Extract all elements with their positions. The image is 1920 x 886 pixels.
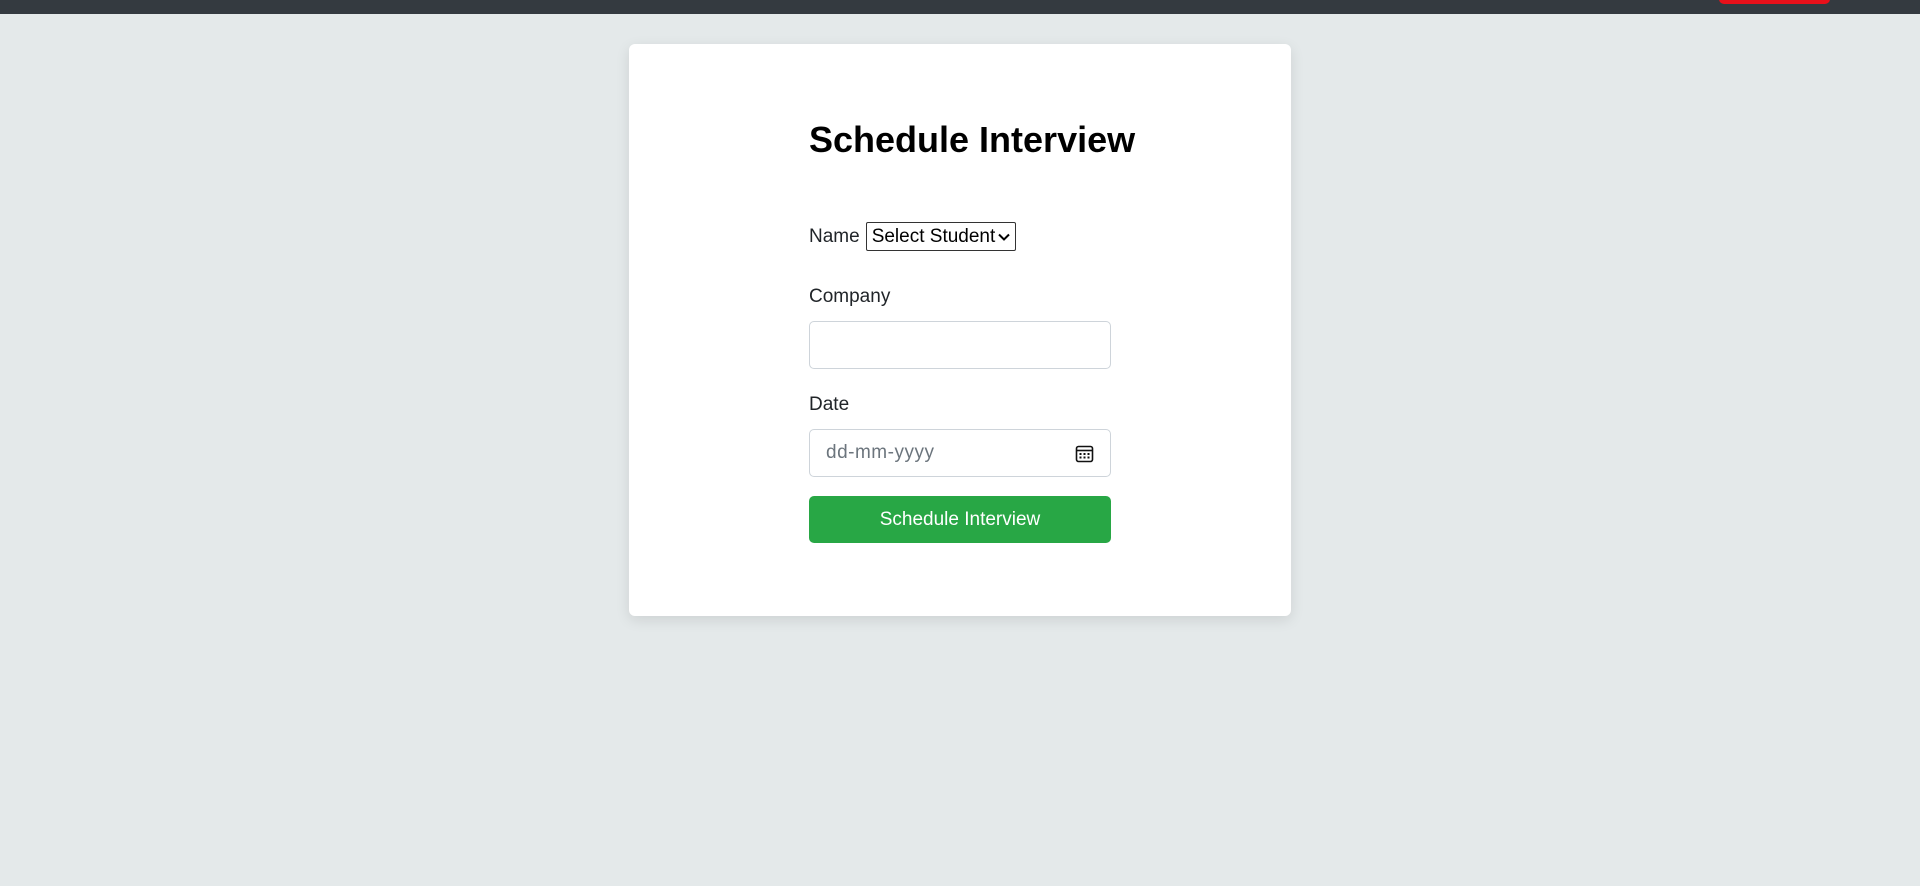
date-placeholder: dd-mm-yyyy: [826, 442, 935, 463]
company-input[interactable]: [809, 321, 1111, 369]
page-title: Schedule Interview: [809, 119, 1136, 160]
chevron-down-icon: [998, 233, 1010, 241]
date-input[interactable]: dd-mm-yyyy: [809, 429, 1111, 477]
name-label: Name: [809, 225, 860, 247]
top-navbar: [0, 0, 1920, 14]
student-select[interactable]: Select Student: [865, 222, 1017, 251]
name-field-row: Name Select Student: [809, 222, 1017, 251]
date-label: Date: [809, 394, 850, 415]
company-label: Company: [809, 286, 891, 307]
schedule-interview-button[interactable]: Schedule Interview: [809, 496, 1111, 543]
student-select-value: Select Student: [871, 225, 996, 247]
calendar-icon[interactable]: [1075, 444, 1094, 463]
navbar-action-button[interactable]: [1719, 0, 1830, 4]
